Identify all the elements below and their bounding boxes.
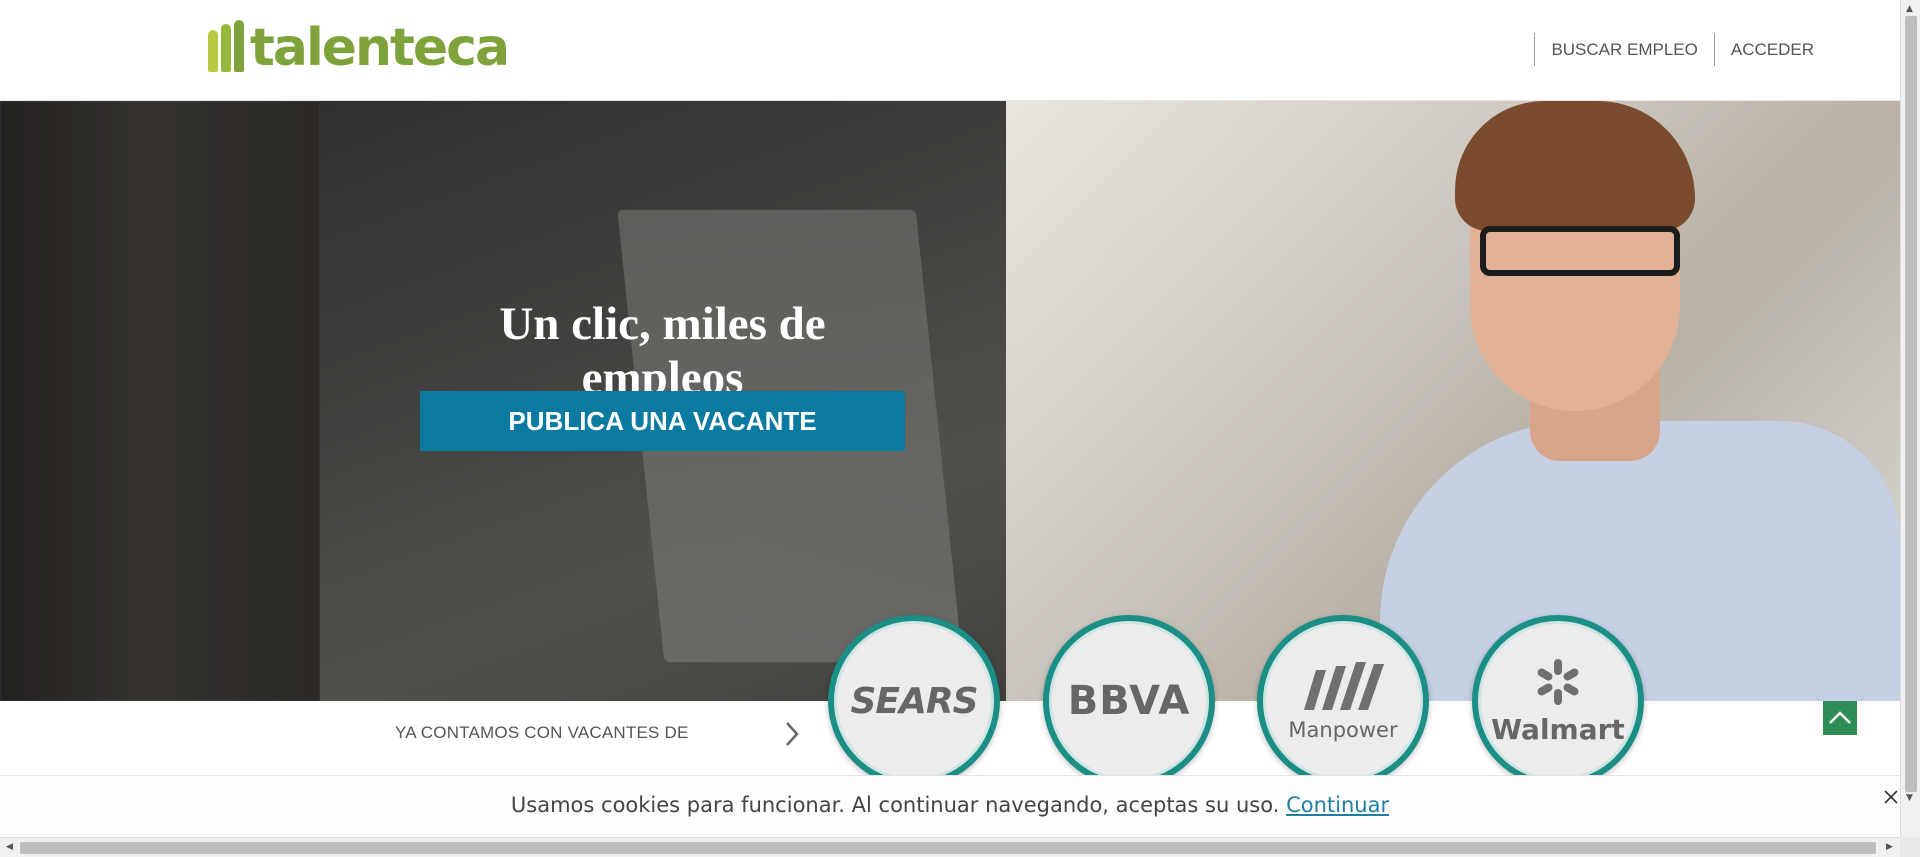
hero-section: Un clic, miles de empleos PUBLICA UNA VA… [0,101,1900,701]
brand-name: Walmart [1491,712,1625,746]
scrollbar-corner [1900,837,1920,857]
brands-label: YA CONTAMOS CON VACANTES DE [395,723,689,742]
cookie-text: Usamos cookies para funcionar. Al contin… [0,793,1900,817]
brand-bbva[interactable]: BBVA [1043,615,1215,787]
back-to-top-button[interactable] [1823,701,1857,735]
brand-name: SEARS [850,680,978,722]
logo[interactable]: talenteca [208,18,510,78]
nav-acceder[interactable]: ACCEDER [1713,33,1830,66]
logo-mark-icon [208,20,246,76]
brand-walmart[interactable]: Walmart [1472,615,1644,787]
nav-buscar-empleo[interactable]: BUSCAR EMPLEO [1534,33,1713,66]
manpower-logo-icon [1304,662,1384,710]
site-header: talenteca BUSCAR EMPLEO ACCEDER [0,0,1900,101]
cookie-continue-link[interactable]: Continuar [1286,793,1389,817]
cookie-banner: Usamos cookies para funcionar. Al contin… [0,775,1900,837]
top-nav: BUSCAR EMPLEO ACCEDER [1534,33,1830,66]
vertical-scrollbar[interactable]: ▲ ▼ [1900,0,1920,837]
brand-name: Manpower [1288,718,1398,742]
brand-manpower[interactable]: Manpower [1257,615,1429,787]
chevron-right-icon[interactable] [782,720,802,748]
chevron-up-icon [1829,711,1851,724]
brand-name: BBVA [1067,678,1191,724]
hero-left-shade [0,101,320,701]
publish-vacancy-button[interactable]: PUBLICA UNA VACANTE [420,391,905,451]
close-icon[interactable] [1882,788,1900,806]
logo-text: talenteca [250,18,510,78]
walmart-spark-icon [1537,658,1579,705]
scroll-right-arrow-icon[interactable]: ▶ [1886,842,1893,853]
horizontal-scrollbar[interactable]: ◀ ▶ [0,837,1920,857]
horizontal-scroll-thumb[interactable] [20,842,1876,854]
scroll-down-arrow-icon[interactable]: ▼ [1906,793,1913,803]
scroll-up-arrow-icon[interactable]: ▲ [1906,4,1913,14]
hero-headline: Un clic, miles de empleos [499,298,826,404]
scroll-left-arrow-icon[interactable]: ◀ [6,842,13,853]
cookie-message: Usamos cookies para funcionar. Al contin… [510,793,1280,817]
vertical-scroll-thumb[interactable] [1905,16,1917,792]
hero-person-image [1360,101,1900,701]
brand-sears[interactable]: SEARS [828,615,1000,787]
